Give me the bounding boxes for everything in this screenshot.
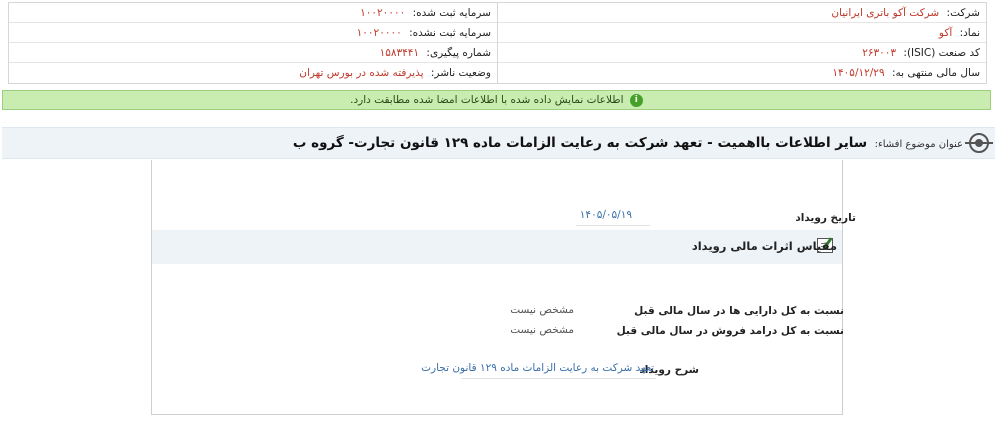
isic-cell: کد صنعت (ISIC): ۲۶۳۰۰۳	[862, 43, 980, 63]
disclosure-title-strip: عنوان موضوع افشاء: سایر اطلاعات بااهمیت …	[2, 127, 995, 159]
fiscal-year-cell: سال مالی منتهی به: ۱۴۰۵/۱۲/۲۹	[832, 63, 980, 83]
verification-message-text: اطلاعات نمایش داده شده با اطلاعات امضا ش…	[350, 94, 624, 106]
event-description-value: تعهد شرکت به رعایت الزامات ماده ۱۲۹ قانو…	[421, 362, 654, 374]
fiscal-year-value: ۱۴۰۵/۱۲/۲۹	[832, 67, 885, 79]
target-icon	[965, 133, 993, 153]
publisher-status-value: پذیرفته شده در بورس تهران	[299, 67, 424, 79]
sales-ratio-value: مشخص نیست	[510, 324, 574, 336]
symbol-label: نماد:	[959, 27, 980, 39]
symbol-cell: نماد: آکو	[939, 23, 980, 43]
symbol-value: آکو	[938, 27, 953, 39]
event-panel	[151, 160, 843, 415]
verification-message-bar: i اطلاعات نمایش داده شده با اطلاعات امضا…	[2, 90, 991, 110]
event-date-label: تاریخ رویداد	[795, 212, 856, 224]
publisher-status-cell: وضعیت ناشر: پذیرفته شده در بورس تهران	[299, 63, 491, 83]
tracking-number-label: شماره پیگیری:	[426, 47, 491, 59]
sales-ratio-label: نسبت به کل درامد فروش در سال مالی قبل	[616, 325, 844, 337]
event-date-value: ۱۴۰۵/۰۵/۱۹	[579, 209, 632, 221]
disclosure-title-label: عنوان موضوع افشاء:	[874, 139, 963, 150]
isic-value: ۲۶۳۰۰۳	[862, 47, 897, 59]
company-value: شرکت آکو باتری ایرانیان	[831, 7, 940, 19]
registered-capital-label: سرمایه ثبت شده:	[412, 7, 491, 19]
company-cell: شرکت: شرکت آکو باتری ایرانیان	[831, 3, 980, 23]
unregistered-capital-label: سرمایه ثبت نشده:	[409, 27, 491, 39]
unregistered-capital-cell: سرمایه ثبت نشده: ۱۰۰۲۰۰۰۰	[357, 23, 491, 43]
company-label: شرکت:	[946, 7, 980, 19]
event-description-underline	[461, 378, 656, 379]
financial-effects-title: مقیاس اثرات مالی رویداد	[691, 239, 837, 253]
isic-label: کد صنعت (ISIC):	[903, 47, 980, 59]
publisher-status-label: وضعیت ناشر:	[430, 67, 491, 79]
event-date-underline	[576, 225, 650, 226]
disclosure-title-value: سایر اطلاعات بااهمیت - تعهد شرکت به رعای…	[292, 135, 868, 151]
disclosure-title: عنوان موضوع افشاء: سایر اطلاعات بااهمیت …	[293, 128, 963, 158]
info-icon: i	[629, 93, 643, 107]
registered-capital-value: ۱۰۰۲۰۰۰۰	[360, 7, 406, 19]
column-divider	[497, 3, 498, 83]
registered-capital-cell: سرمایه ثبت شده: ۱۰۰۲۰۰۰۰	[360, 3, 491, 23]
unregistered-capital-value: ۱۰۰۲۰۰۰۰	[356, 27, 402, 39]
assets-ratio-label: نسبت به کل دارایی ها در سال مالی قبل	[634, 305, 844, 317]
tracking-number-value: ۱۵۸۳۴۴۱	[379, 47, 420, 59]
tracking-number-cell: شماره پیگیری: ۱۵۸۳۴۴۱	[380, 43, 491, 63]
fiscal-year-label: سال مالی منتهی به:	[891, 67, 980, 79]
company-info-table: شرکت: شرکت آکو باتری ایرانیان سرمایه ثبت…	[8, 2, 987, 84]
assets-ratio-value: مشخص نیست	[510, 304, 574, 316]
